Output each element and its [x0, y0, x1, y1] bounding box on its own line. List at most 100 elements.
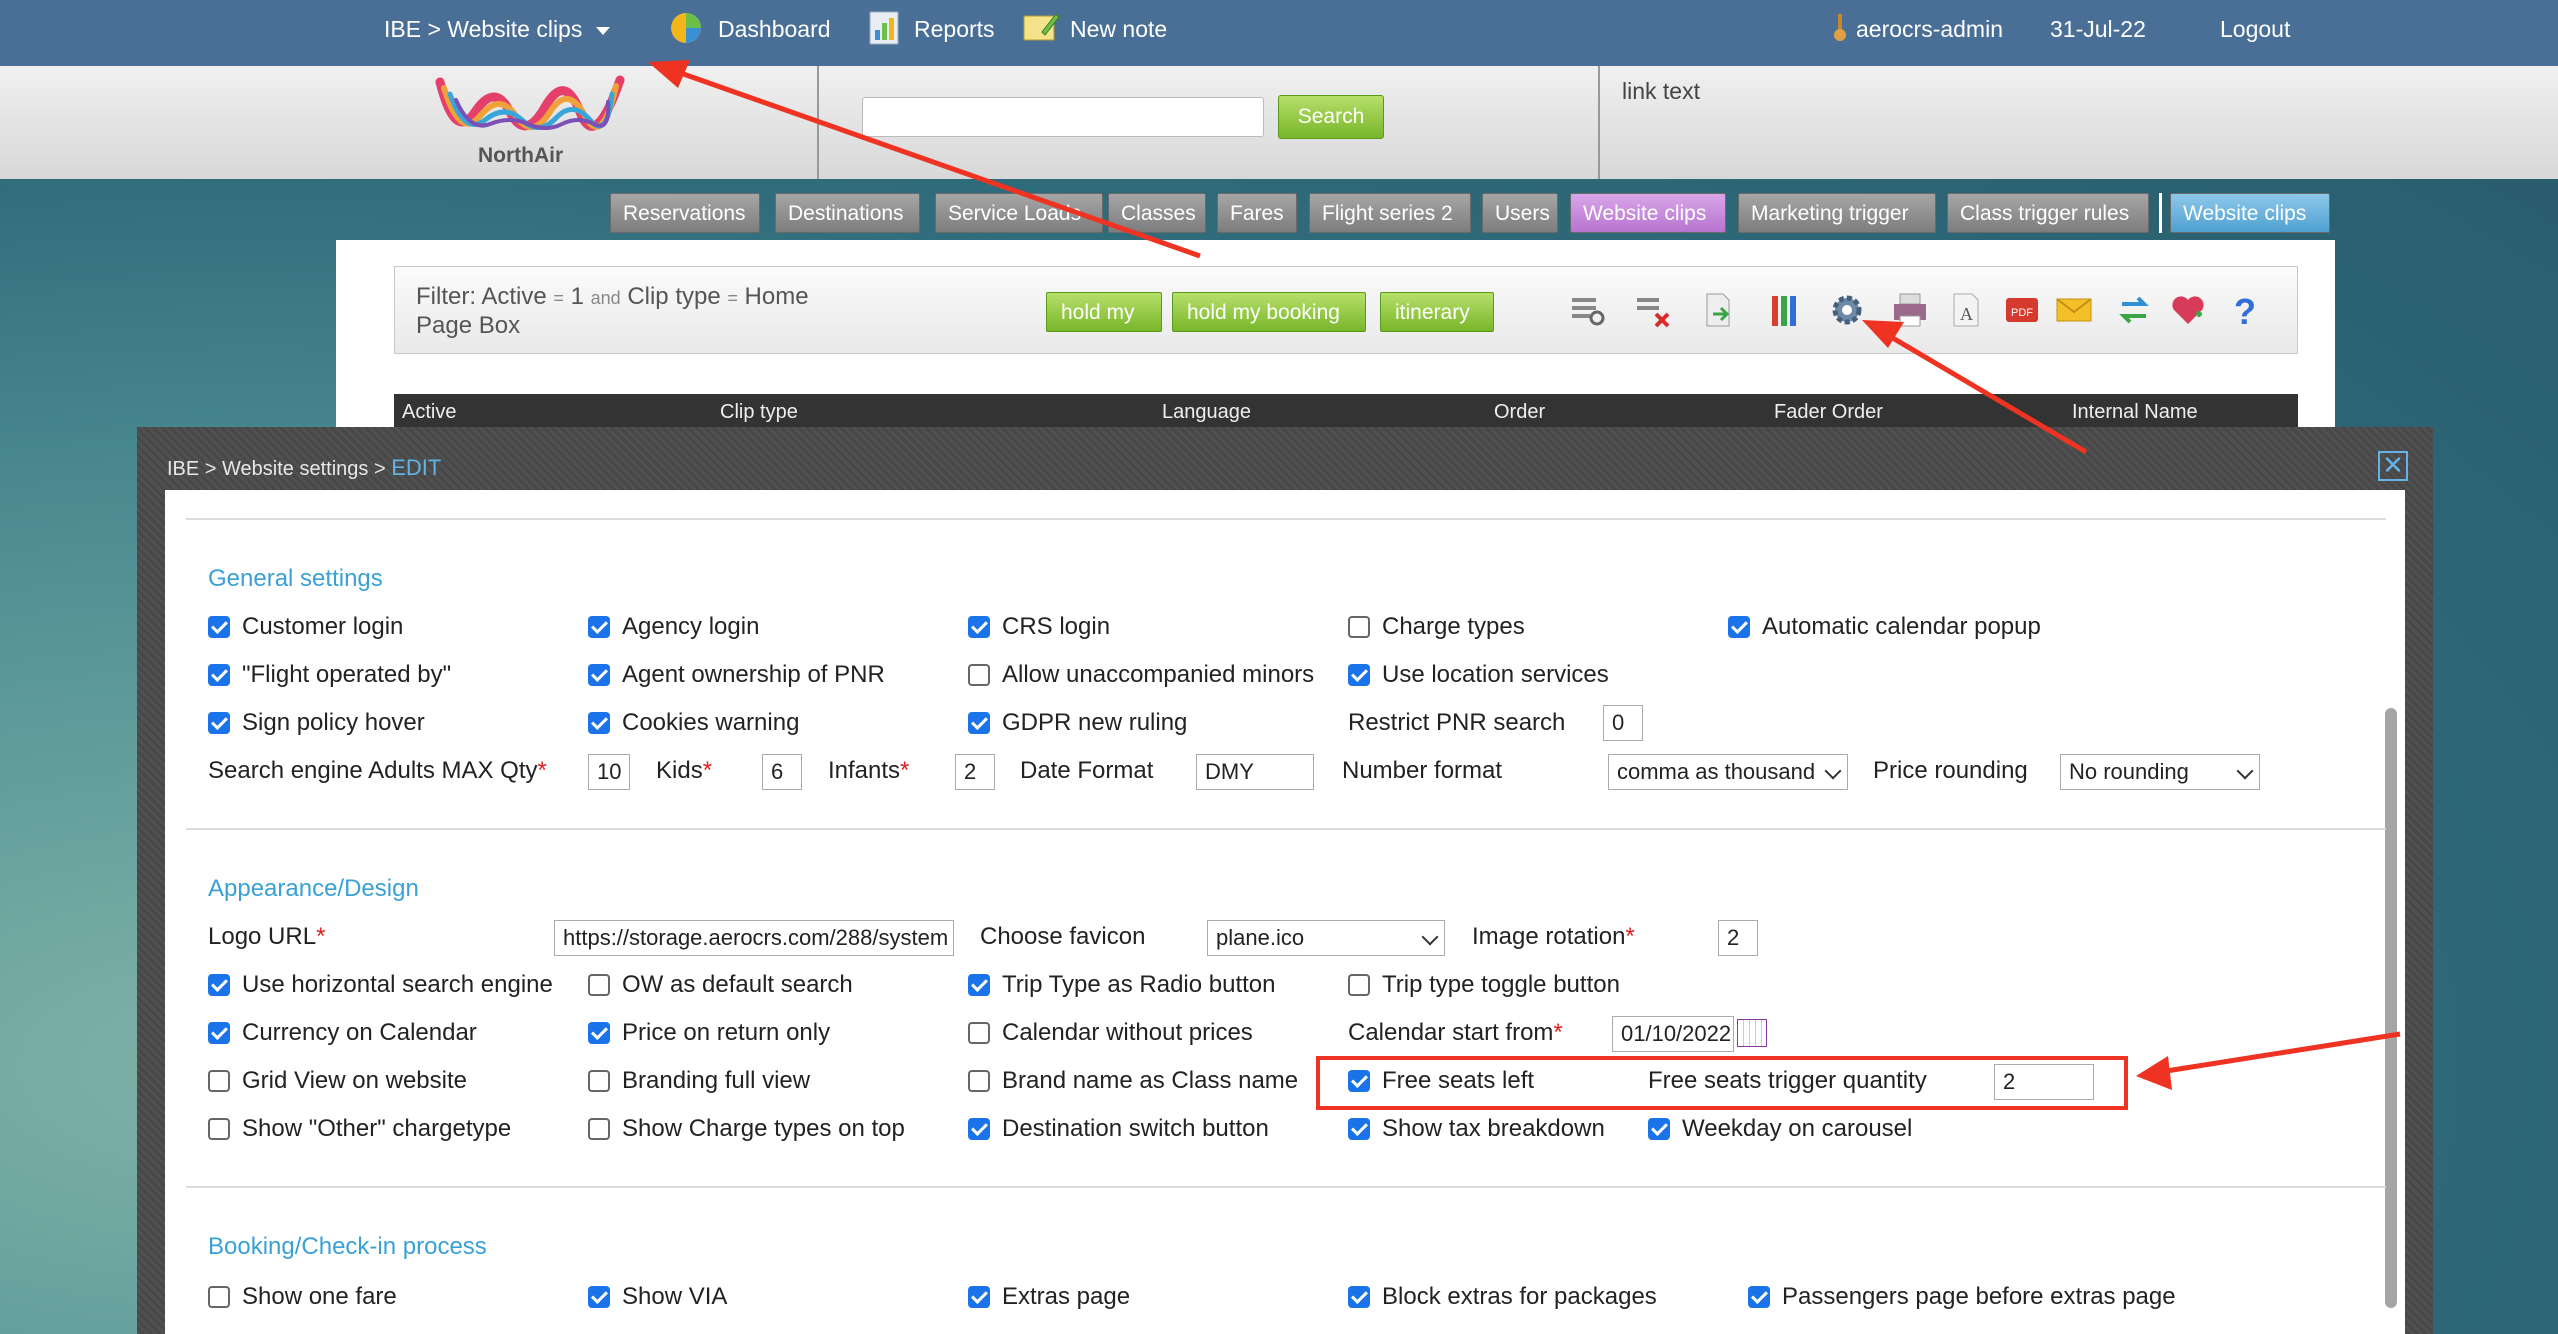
tab-website-clips[interactable]: Website clips — [1570, 193, 1726, 233]
col-order[interactable]: Order — [1494, 401, 1545, 424]
restrict-pnr-input[interactable]: 0 — [1603, 705, 1643, 741]
filter-summary[interactable]: Filter: Active = 1 and Clip type = Home … — [416, 283, 809, 340]
itinerary-button[interactable]: itinerary — [1380, 292, 1494, 332]
price-rounding-select[interactable]: No rounding — [2060, 754, 2260, 790]
horizontal-search-checkbox[interactable] — [208, 974, 230, 996]
search-input[interactable] — [862, 97, 1264, 137]
number-format-select[interactable]: comma as thousand — [1608, 754, 1848, 790]
sign-policy-checkbox[interactable] — [208, 712, 230, 734]
kids-input[interactable]: 6 — [762, 754, 802, 790]
dashboard-link[interactable]: Dashboard — [718, 16, 831, 43]
col-fader-order[interactable]: Fader Order — [1774, 401, 1883, 424]
col-active[interactable]: Active — [402, 401, 456, 424]
grid-view-checkbox[interactable] — [208, 1070, 230, 1092]
user-icon — [1833, 12, 1847, 48]
tab-service-loads[interactable]: Service Loads — [935, 193, 1103, 233]
calendar-start-input[interactable]: 01/10/2022 — [1612, 1016, 1734, 1052]
calendar-icon[interactable] — [1737, 1019, 1767, 1047]
tab-classes[interactable]: Classes — [1108, 193, 1206, 233]
show-one-fare-checkbox[interactable] — [208, 1286, 230, 1308]
auto-calendar-checkbox[interactable] — [1728, 616, 1750, 638]
crs-login-checkbox[interactable] — [968, 616, 990, 638]
new-note-link[interactable]: New note — [1070, 16, 1167, 43]
date-format-input[interactable]: DMY — [1196, 754, 1314, 790]
logo-url-input[interactable]: https://storage.aerocrs.com/288/system — [554, 920, 954, 956]
northair-logo[interactable]: NorthAir — [430, 72, 630, 172]
logout-link[interactable]: Logout — [2220, 16, 2290, 43]
passengers-before-checkbox[interactable] — [1748, 1286, 1770, 1308]
export-icon[interactable] — [1697, 290, 1741, 334]
tab-marketing-trigger[interactable]: Marketing trigger — [1738, 193, 1936, 233]
image-rotation-input[interactable]: 2 — [1718, 920, 1758, 956]
print-icon[interactable] — [1888, 290, 1932, 334]
weekday-carousel-checkbox[interactable] — [1648, 1118, 1670, 1140]
search-list-icon[interactable] — [1567, 290, 1611, 334]
current-date: 31-Jul-22 — [2050, 16, 2146, 42]
block-extras-checkbox[interactable] — [1348, 1286, 1370, 1308]
text-icon[interactable]: A — [1944, 290, 1988, 334]
col-clip-type[interactable]: Clip type — [720, 401, 798, 424]
kids-label: Kids* — [656, 757, 712, 785]
trip-radio-checkbox[interactable] — [968, 974, 990, 996]
flight-operated-checkbox[interactable] — [208, 664, 230, 686]
customer-login-checkbox[interactable] — [208, 616, 230, 638]
tax-breakdown-checkbox[interactable] — [1348, 1118, 1370, 1140]
reports-icon[interactable] — [868, 10, 900, 52]
scrollbar[interactable] — [2385, 708, 2397, 1308]
favorite-icon[interactable] — [2166, 290, 2210, 334]
col-internal-name[interactable]: Internal Name — [2072, 401, 2198, 424]
gdpr-checkbox[interactable] — [968, 712, 990, 734]
location-services-checkbox[interactable] — [1348, 664, 1370, 686]
dashboard-icon[interactable] — [668, 10, 704, 54]
pdf-icon[interactable]: PDF — [2000, 290, 2044, 334]
charge-top-label: Show Charge types on top — [622, 1115, 905, 1142]
columns-icon[interactable] — [1762, 290, 1806, 334]
show-other-checkbox[interactable] — [208, 1118, 230, 1140]
settings-icon[interactable] — [1825, 290, 1869, 334]
ibe-breadcrumb-menu[interactable]: IBE > Website clips — [384, 16, 611, 43]
hold-my-button[interactable]: hold my — [1046, 292, 1162, 332]
filter-cliptype-value: Home — [744, 283, 809, 310]
destination-switch-checkbox[interactable] — [968, 1118, 990, 1140]
new-note-icon[interactable] — [1022, 10, 1060, 50]
tab-reservations[interactable]: Reservations — [610, 193, 760, 233]
tab-fares[interactable]: Fares — [1217, 193, 1297, 233]
currency-calendar-checkbox[interactable] — [208, 1022, 230, 1044]
refresh-icon[interactable] — [2112, 290, 2156, 334]
branding-full-checkbox[interactable] — [588, 1070, 610, 1092]
infants-input[interactable]: 2 — [955, 754, 995, 790]
reports-link[interactable]: Reports — [914, 16, 995, 43]
col-language[interactable]: Language — [1162, 401, 1251, 424]
delete-icon[interactable] — [1632, 290, 1676, 334]
tab-users[interactable]: Users — [1482, 193, 1558, 233]
tab-website-clips-active[interactable]: Website clips — [2170, 193, 2330, 233]
passengers-before-label: Passengers page before extras page — [1782, 1283, 2176, 1310]
agent-ownership-checkbox[interactable] — [588, 664, 610, 686]
link-text[interactable]: link text — [1622, 78, 1700, 105]
price-return-checkbox[interactable] — [588, 1022, 610, 1044]
search-button[interactable]: Search — [1278, 95, 1384, 139]
tab-flight-series-2[interactable]: Flight series 2 — [1309, 193, 1471, 233]
hold-my-booking-button[interactable]: hold my booking — [1172, 292, 1366, 332]
logo-url-text: Logo URL — [208, 923, 317, 950]
cookies-warning-checkbox[interactable] — [588, 712, 610, 734]
email-icon[interactable] — [2052, 290, 2096, 334]
charge-top-checkbox[interactable] — [588, 1118, 610, 1140]
agency-login-checkbox[interactable] — [588, 616, 610, 638]
user-name[interactable]: aerocrs-admin — [1856, 16, 2003, 43]
charge-types-checkbox[interactable] — [1348, 616, 1370, 638]
calendar-no-prices-checkbox[interactable] — [968, 1022, 990, 1044]
adults-max-input[interactable]: 10 — [588, 754, 630, 790]
show-via-checkbox[interactable] — [588, 1286, 610, 1308]
help-icon[interactable]: ? — [2222, 290, 2266, 334]
tab-class-trigger-rules[interactable]: Class trigger rules — [1947, 193, 2149, 233]
close-icon[interactable]: ✕ — [2378, 451, 2408, 481]
price-return-label: Price on return only — [622, 1019, 831, 1046]
tab-destinations[interactable]: Destinations — [775, 193, 920, 233]
favicon-select[interactable]: plane.ico — [1207, 920, 1445, 956]
extras-page-checkbox[interactable] — [968, 1286, 990, 1308]
unaccompanied-checkbox[interactable] — [968, 664, 990, 686]
ow-default-checkbox[interactable] — [588, 974, 610, 996]
trip-toggle-checkbox[interactable] — [1348, 974, 1370, 996]
brand-class-checkbox[interactable] — [968, 1070, 990, 1092]
